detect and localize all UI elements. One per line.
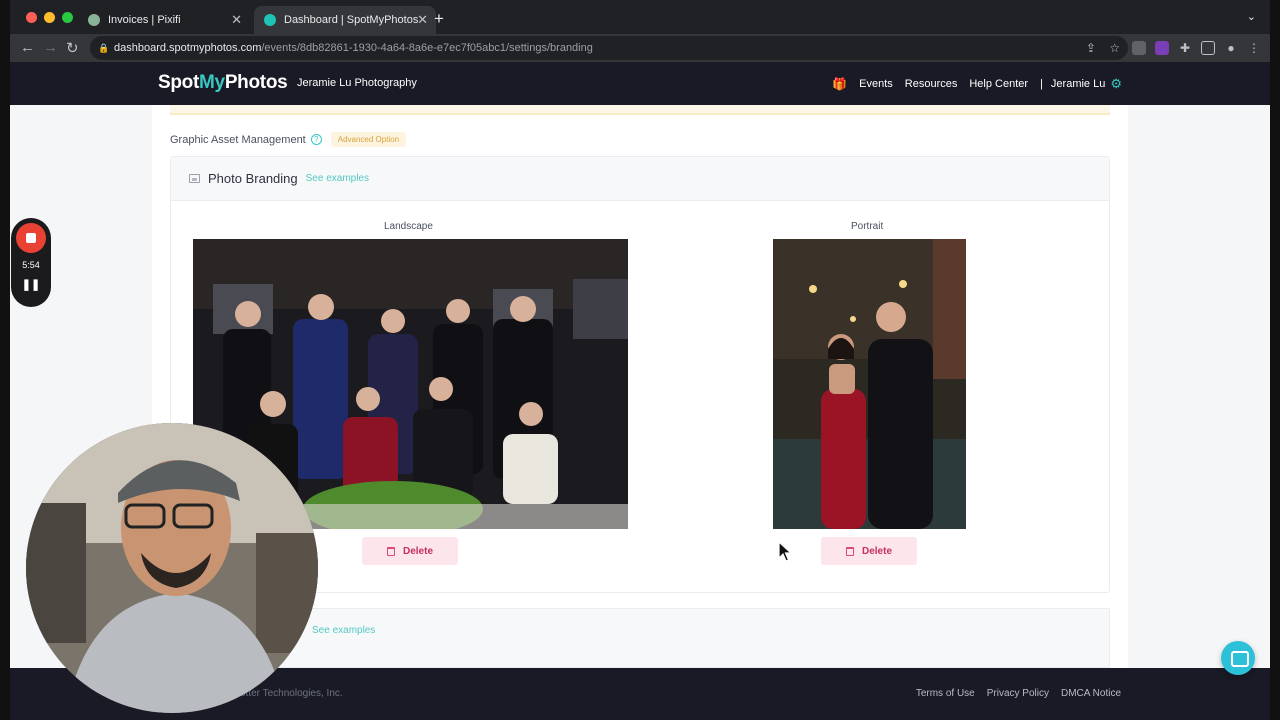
advanced-option-badge: Advanced Option bbox=[330, 132, 407, 147]
logo-text: Spot bbox=[158, 72, 200, 93]
footer-link-privacy[interactable]: Privacy Policy bbox=[987, 688, 1049, 699]
url-host: dashboard.spotmyphotos.com bbox=[114, 42, 262, 54]
site-header: SpotMyPhotos Jeramie Lu Photography 🎁 Ev… bbox=[10, 62, 1270, 105]
gift-icon[interactable]: 🎁 bbox=[832, 77, 847, 91]
nav-help-center[interactable]: Help Center bbox=[969, 78, 1028, 90]
back-arrow-icon[interactable]: ← bbox=[20, 39, 35, 56]
couple-photo-image bbox=[773, 239, 966, 529]
card-title: Photo Branding bbox=[208, 171, 298, 186]
reload-icon[interactable]: ↻ bbox=[66, 39, 79, 57]
lock-icon: 🔒 bbox=[98, 43, 110, 53]
share-icon[interactable]: ⇪ bbox=[1086, 41, 1096, 55]
image-icon bbox=[189, 174, 200, 183]
spotmyphotos-logo[interactable]: SpotMyPhotos bbox=[158, 72, 288, 94]
graphic-asset-header: Graphic Asset Management ? Advanced Opti… bbox=[170, 132, 407, 147]
gear-icon[interactable]: ⚙ bbox=[1110, 76, 1122, 92]
portrait-photo bbox=[773, 239, 966, 529]
footer-links: Terms of Use Privacy Policy DMCA Notice bbox=[916, 688, 1121, 699]
url-path: /events/8db82861-1930-4a64-8a6e-e7ec7f05… bbox=[261, 42, 593, 54]
see-examples-link[interactable]: See examples bbox=[312, 625, 375, 636]
landscape-label: Landscape bbox=[384, 221, 433, 232]
nav-events[interactable]: Events bbox=[859, 78, 893, 90]
tab-invoices[interactable]: Invoices | Pixifi ✕ bbox=[78, 6, 250, 34]
profile-icon[interactable]: ● bbox=[1224, 41, 1238, 55]
new-tab-icon[interactable]: + bbox=[434, 9, 444, 29]
logo-text-accent: My bbox=[199, 72, 225, 93]
secondary-branding-card: See examples bbox=[170, 608, 1110, 668]
tab-search-chevron-icon[interactable]: ⌄ bbox=[1247, 10, 1256, 23]
bookmark-star-icon[interactable]: ☆ bbox=[1109, 41, 1120, 55]
recording-time: 5:54 bbox=[22, 260, 40, 270]
zoom-window-button[interactable] bbox=[62, 12, 73, 23]
close-tab-icon[interactable]: ✕ bbox=[417, 12, 428, 28]
forward-arrow-icon[interactable]: → bbox=[43, 39, 58, 56]
close-tab-icon[interactable]: ✕ bbox=[231, 12, 242, 28]
recorder-controls: 5:54 ❚❚ bbox=[11, 218, 51, 307]
delete-landscape-button[interactable]: Delete bbox=[362, 537, 458, 565]
extensions-area: ✚ ● ⋮ bbox=[1132, 39, 1261, 57]
webcam-person-image bbox=[26, 423, 318, 713]
webcam-overlay bbox=[26, 423, 318, 713]
extension-icon[interactable] bbox=[1132, 41, 1146, 55]
close-window-button[interactable] bbox=[26, 12, 37, 23]
notice-strip bbox=[170, 105, 1110, 115]
trash-icon bbox=[386, 546, 395, 556]
browser-toolbar: ← → ↻ 🔒 dashboard.spotmyphotos.com/event… bbox=[10, 34, 1270, 62]
side-panel-icon[interactable] bbox=[1201, 41, 1215, 55]
tab-title: Dashboard | SpotMyPhotos bbox=[284, 14, 419, 26]
chat-support-icon[interactable] bbox=[1221, 641, 1255, 675]
puzzle-extensions-icon[interactable]: ✚ bbox=[1178, 41, 1192, 55]
tab-dashboard[interactable]: Dashboard | SpotMyPhotos ✕ bbox=[254, 6, 436, 34]
question-circle-icon[interactable]: ? bbox=[310, 134, 322, 145]
delete-label: Delete bbox=[402, 545, 433, 557]
nav-resources[interactable]: Resources bbox=[905, 78, 958, 90]
spotmyphotos-favicon-icon bbox=[264, 14, 276, 26]
footer-link-terms[interactable]: Terms of Use bbox=[916, 688, 975, 699]
footer-link-dmca[interactable]: DMCA Notice bbox=[1061, 688, 1121, 699]
extension-icon[interactable] bbox=[1155, 41, 1169, 55]
tab-title: Invoices | Pixifi bbox=[108, 14, 181, 26]
main-nav: 🎁 Events Resources Help Center | Jeramie… bbox=[832, 76, 1122, 92]
kebab-menu-icon[interactable]: ⋮ bbox=[1247, 41, 1261, 55]
portrait-label: Portrait bbox=[851, 221, 884, 232]
copyright-text: otter Technologies, Inc. bbox=[240, 688, 343, 699]
pixifi-favicon-icon bbox=[88, 14, 100, 26]
studio-name: Jeramie Lu Photography bbox=[297, 77, 417, 89]
browser-chrome: Invoices | Pixifi ✕ Dashboard | SpotMyPh… bbox=[10, 0, 1270, 62]
stop-recording-icon[interactable] bbox=[16, 223, 46, 253]
minimize-window-button[interactable] bbox=[44, 12, 55, 23]
mouse-cursor-icon bbox=[778, 541, 792, 562]
trash-icon bbox=[845, 546, 854, 556]
address-bar[interactable]: 🔒 dashboard.spotmyphotos.com/events/8db8… bbox=[90, 36, 1128, 60]
pause-icon[interactable]: ❚❚ bbox=[11, 278, 51, 291]
nav-separator: | bbox=[1040, 78, 1043, 90]
logo-text: Photos bbox=[224, 72, 288, 93]
section-label: Graphic Asset Management bbox=[170, 133, 306, 146]
nav-user-name[interactable]: Jeramie Lu bbox=[1051, 78, 1105, 90]
card-header: Photo Branding See examples bbox=[171, 157, 1109, 201]
delete-label: Delete bbox=[861, 545, 892, 557]
delete-portrait-button[interactable]: Delete bbox=[821, 537, 917, 565]
see-examples-link[interactable]: See examples bbox=[306, 173, 369, 184]
tab-strip: Invoices | Pixifi ✕ Dashboard | SpotMyPh… bbox=[10, 0, 1270, 34]
